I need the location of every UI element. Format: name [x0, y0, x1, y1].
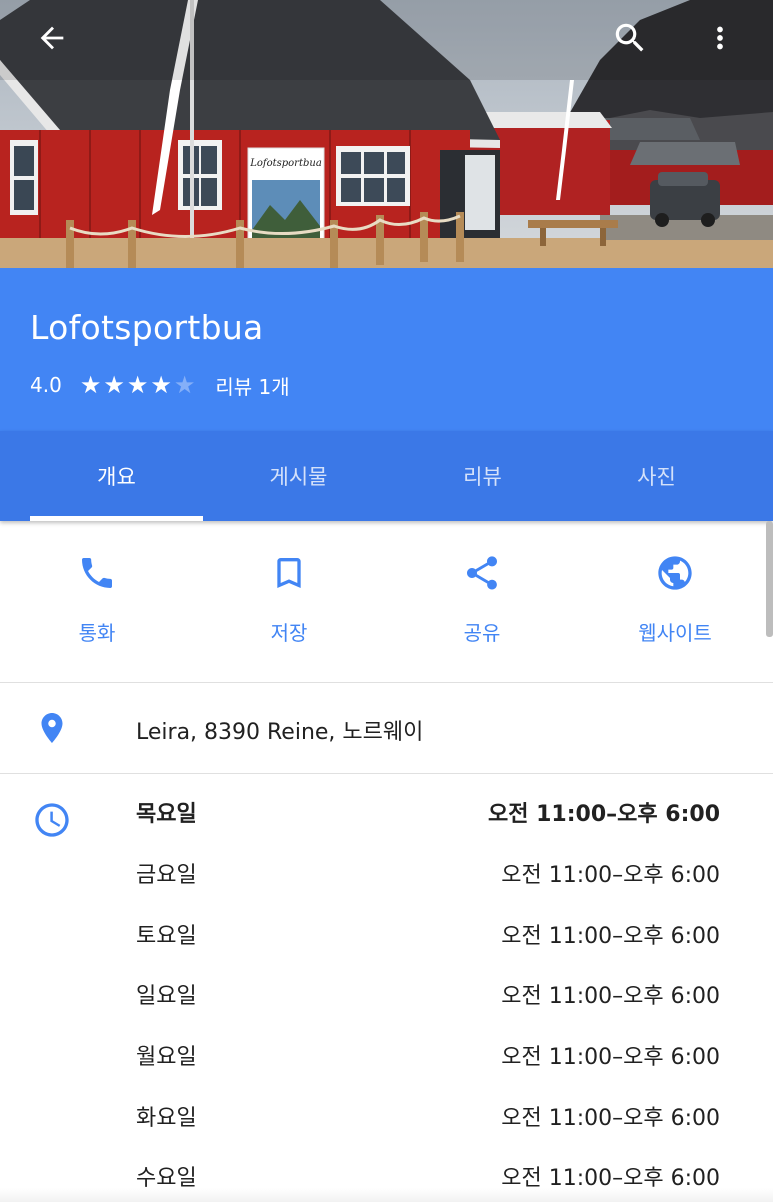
hours-row-today: 목요일 오전 11:00–오후 6:00 — [136, 792, 720, 832]
location-pin-icon — [41, 713, 63, 743]
address-row[interactable]: Leira, 8390 Reine, 노르웨이 — [0, 683, 773, 774]
poster-sign-text: Lofotsportbua — [249, 158, 322, 169]
day-label: 목요일 — [136, 802, 197, 827]
star-rating: ★ ★ ★ ★ ★ — [80, 373, 198, 397]
rating-summary[interactable]: 4.0 ★ ★ ★ ★ ★ 리뷰 1개 — [30, 370, 290, 400]
share-button[interactable]: 공유 — [407, 553, 557, 646]
share-label: 공유 — [463, 621, 501, 645]
phone-icon — [77, 553, 117, 593]
hours-row: 화요일 오전 11:00–오후 6:00 — [136, 1096, 720, 1136]
action-buttons: 통화 저장 공유 웹사이트 — [0, 521, 773, 683]
more-vert-icon — [717, 26, 723, 50]
back-button[interactable] — [28, 14, 76, 62]
opening-hours[interactable]: 목요일 오전 11:00–오후 6:00 금요일 오전 11:00–오후 6:0… — [0, 774, 773, 1202]
star-icon: ★ — [103, 371, 125, 399]
bookmark-icon — [269, 553, 309, 593]
day-label: 금요일 — [136, 863, 197, 888]
day-label: 화요일 — [136, 1106, 197, 1131]
place-photo[interactable]: Lofotsportbua — [0, 0, 773, 268]
tab-reviews[interactable]: 리뷰 — [396, 431, 569, 521]
place-header — [0, 268, 773, 431]
clock-icon — [35, 803, 69, 837]
tab-overview[interactable]: 개요 — [30, 431, 203, 521]
rating-value: 4.0 — [30, 373, 62, 397]
day-label: 토요일 — [136, 924, 197, 949]
save-label: 저장 — [270, 621, 308, 645]
time-range: 오전 11:00–오후 6:00 — [501, 863, 720, 888]
call-button[interactable]: 통화 — [22, 553, 172, 646]
website-button[interactable]: 웹사이트 — [600, 553, 750, 646]
hours-row: 월요일 오전 11:00–오후 6:00 — [136, 1035, 720, 1075]
call-label: 통화 — [78, 621, 116, 645]
website-label: 웹사이트 — [638, 621, 712, 645]
time-range: 오전 11:00–오후 6:00 — [501, 984, 720, 1009]
search-button[interactable] — [606, 14, 654, 62]
time-range: 오전 11:00–오후 6:00 — [501, 924, 720, 949]
day-label: 일요일 — [136, 984, 197, 1009]
star-icon: ★ — [126, 371, 149, 399]
share-icon — [462, 553, 502, 593]
place-photo-image: Lofotsportbua — [0, 0, 773, 268]
tab-bar: 개요 게시물 리뷰 사진 — [0, 431, 773, 521]
search-icon — [615, 23, 644, 52]
tab-photos[interactable]: 사진 — [570, 431, 743, 521]
time-range: 오전 11:00–오후 6:00 — [501, 1106, 720, 1131]
hours-row: 토요일 오전 11:00–오후 6:00 — [136, 914, 720, 954]
save-button[interactable]: 저장 — [214, 553, 364, 646]
star-icon: ★ — [150, 371, 172, 399]
star-empty-icon: ★ — [173, 371, 196, 399]
scrollbar[interactable] — [766, 521, 773, 637]
star-icon: ★ — [79, 371, 102, 399]
globe-icon — [655, 553, 695, 593]
more-options-button[interactable] — [696, 14, 744, 62]
time-range: 오전 11:00–오후 6:00 — [501, 1045, 720, 1070]
tab-posts[interactable]: 게시물 — [212, 431, 385, 521]
review-count[interactable]: 리뷰 1개 — [215, 371, 289, 400]
back-arrow-icon — [40, 26, 64, 50]
hours-row: 금요일 오전 11:00–오후 6:00 — [136, 853, 720, 893]
place-title: Lofotsportbua — [30, 308, 264, 347]
day-label: 월요일 — [136, 1045, 197, 1070]
hours-row: 일요일 오전 11:00–오후 6:00 — [136, 974, 720, 1014]
bottom-edge-shadow — [0, 1188, 773, 1202]
time-range: 오전 11:00–오후 6:00 — [487, 802, 720, 827]
address-text: Leira, 8390 Reine, 노르웨이 — [136, 720, 424, 745]
